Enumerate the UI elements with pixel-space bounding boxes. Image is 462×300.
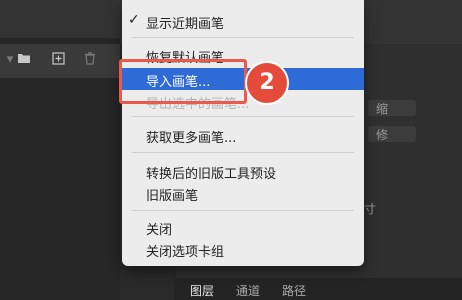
menu-item-close-tab-group[interactable]: 关闭选项卡组 [122, 238, 364, 260]
annotation-highlight-frame [119, 59, 247, 104]
menu-separator [132, 210, 354, 211]
menu-item-show-recent-brushes[interactable]: ✓ 显示近期画笔 [122, 10, 364, 32]
panel-tab-bar: 图层 通道 路径 [174, 278, 462, 300]
menu-item-label: 旧版画笔 [146, 189, 199, 204]
panel-header [0, 0, 120, 38]
brush-panel-menu: ✓ 显示近期画笔 恢复默认画笔 导入画笔... 导出选中的画笔... 获取更多画… [122, 0, 364, 266]
tab-layers[interactable]: 图层 [190, 282, 214, 299]
menu-item-label: 显示近期画笔 [146, 17, 225, 32]
check-icon: ✓ [128, 12, 140, 28]
add-icon[interactable] [50, 52, 66, 68]
field-2-label: 修 [376, 128, 389, 142]
field-1-label: 缩 [376, 102, 389, 116]
menu-item-close[interactable]: 关闭 [122, 216, 364, 238]
menu-item-get-more-brushes[interactable]: 获取更多画笔... [122, 124, 364, 146]
menu-item-label: 关闭选项卡组 [146, 245, 225, 260]
menu-separator [132, 116, 354, 117]
menu-item-converted-legacy-tool-presets[interactable]: 转换后的旧版工具预设 [122, 160, 364, 182]
menu-separator [132, 152, 354, 153]
menu-item-label: 获取更多画笔... [146, 131, 237, 146]
folder-icon[interactable] [16, 52, 32, 68]
field-1[interactable]: 缩 [368, 100, 416, 116]
brush-panel: ▾ [0, 0, 120, 300]
field-2[interactable]: 修 [368, 126, 416, 142]
menu-separator [132, 37, 354, 38]
tab-channels[interactable]: 通道 [236, 282, 260, 299]
brush-panel-toolbar: ▾ [0, 44, 120, 78]
tab-paths[interactable]: 路径 [282, 282, 306, 299]
menu-item-label: 关闭 [146, 223, 173, 238]
trash-icon[interactable] [82, 52, 98, 68]
menu-item-legacy-brushes[interactable]: 旧版画笔 [122, 182, 364, 204]
step-number-badge: 2 [245, 61, 289, 105]
menu-item-label: 转换后的旧版工具预设 [146, 167, 277, 182]
